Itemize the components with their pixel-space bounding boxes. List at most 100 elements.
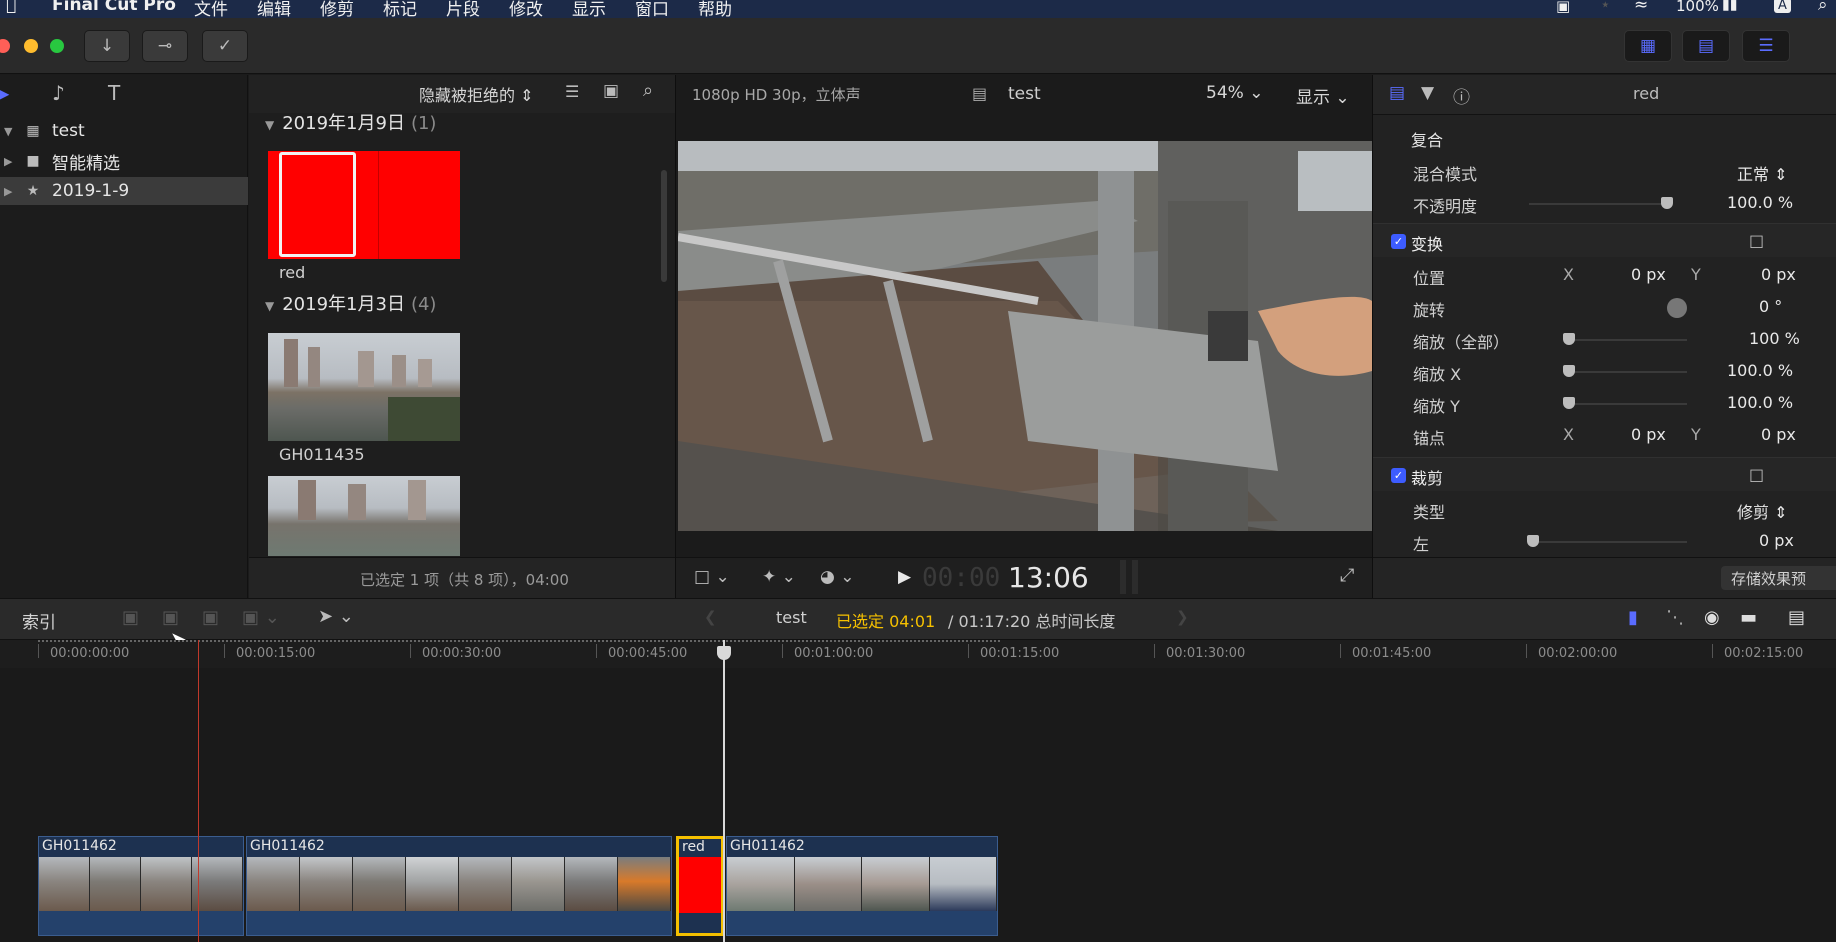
photos-audio-tab-icon[interactable]: ♪: [52, 81, 65, 105]
wifi-icon[interactable]: ≈: [1634, 0, 1648, 15]
playhead-handle[interactable]: [717, 646, 731, 660]
keyword-button[interactable]: ⊸: [142, 30, 188, 62]
history-forward-icon[interactable]: ❯: [1176, 608, 1189, 626]
menu-trim[interactable]: 修剪: [320, 0, 354, 18]
anchor-y-value[interactable]: 0 px: [1761, 425, 1796, 444]
scale-x-value[interactable]: 100.0 %: [1727, 361, 1793, 380]
transform-menu-icon[interactable]: □ ⌄: [694, 567, 730, 587]
browser-scrollbar[interactable]: [661, 170, 667, 282]
transform-onscreen-icon[interactable]: □: [1749, 231, 1764, 250]
timeline-index-button[interactable]: 索引: [22, 608, 56, 633]
scale-y-value[interactable]: 100.0 %: [1727, 393, 1793, 412]
transform-enable-checkbox[interactable]: ✓: [1391, 234, 1406, 249]
libraries-tab-icon[interactable]: ▶: [0, 81, 9, 105]
crop-left-value[interactable]: 0 px: [1759, 531, 1794, 550]
bluetooth-icon[interactable]: ⋆: [1600, 0, 1611, 15]
sidebar-item-smart-collections[interactable]: ▶ ■ 智能精选: [0, 147, 248, 175]
date-group-header[interactable]: ▼ 2019年1月3日 (4): [265, 290, 436, 316]
timeline[interactable]: 00:00:00:00 00:00:15:00 00:00:30:00 00:0…: [0, 640, 1836, 942]
menu-window[interactable]: 窗口: [635, 0, 669, 18]
scale-x-slider-knob[interactable]: [1563, 365, 1575, 377]
play-button[interactable]: ▶: [898, 567, 911, 587]
save-effects-preset-button[interactable]: 存储效果预: [1721, 566, 1836, 590]
disclosure-triangle-icon[interactable]: ▼: [4, 125, 12, 138]
history-back-icon[interactable]: ❮: [704, 608, 717, 626]
retime-menu-icon[interactable]: ◕ ⌄: [820, 567, 854, 587]
disclosure-triangle-icon[interactable]: ▼: [265, 118, 274, 132]
inspector-toggle-button[interactable]: ☰: [1742, 30, 1790, 62]
timeline-clip[interactable]: GH011462: [726, 836, 998, 936]
menu-clip[interactable]: 片段: [446, 0, 480, 18]
snapping-icon[interactable]: ▬: [1740, 607, 1757, 628]
input-method[interactable]: A: [1774, 0, 1791, 13]
search-icon[interactable]: ⌕: [643, 80, 653, 101]
headphones-icon[interactable]: ◉: [1704, 607, 1720, 628]
screen-record-icon[interactable]: ▣: [1556, 0, 1570, 15]
crop-type-popup[interactable]: 修剪 ⇕: [1737, 499, 1788, 523]
background-tasks-button[interactable]: ✓: [202, 30, 248, 62]
transform-section-header[interactable]: ✓ 变换 □: [1373, 223, 1836, 257]
menu-help[interactable]: 帮助: [698, 0, 732, 18]
view-options-menu[interactable]: 显示 ⌄: [1296, 83, 1350, 108]
zoom-window-button[interactable]: [50, 39, 64, 53]
scale-all-slider[interactable]: [1569, 339, 1687, 341]
disclosure-triangle-icon[interactable]: ▶: [4, 185, 12, 198]
titles-generators-tab-icon[interactable]: T: [108, 81, 120, 105]
disclosure-triangle-icon[interactable]: ▶: [4, 155, 12, 168]
rotation-dial-icon[interactable]: [1667, 298, 1687, 318]
audio-skimming-icon[interactable]: ⋱: [1666, 607, 1684, 628]
disclosure-triangle-icon[interactable]: ▼: [265, 299, 274, 313]
timeline-clip[interactable]: GH011462: [246, 836, 672, 936]
fullscreen-icon[interactable]: ⤢: [1340, 565, 1354, 586]
info-inspector-tab-icon[interactable]: ⓘ: [1453, 83, 1470, 108]
timeline-clip[interactable]: GH011462: [38, 836, 244, 936]
overwrite-clip-icon[interactable]: ▣ ⌄: [242, 607, 280, 628]
enhance-menu-icon[interactable]: ✦ ⌄: [762, 567, 796, 587]
timeline-toggle-button[interactable]: ▤: [1682, 30, 1730, 62]
video-skimming-icon[interactable]: ▮: [1628, 607, 1638, 628]
clip-appearance-icon[interactable]: ▣: [603, 81, 619, 101]
select-tool-icon[interactable]: ➤ ⌄: [318, 606, 354, 627]
clip-appearance-icon[interactable]: ▤: [1788, 607, 1805, 628]
clip-thumbnail[interactable]: [268, 476, 460, 556]
connect-clip-icon[interactable]: ▣: [122, 607, 139, 628]
opacity-value[interactable]: 100.0 %: [1727, 193, 1793, 212]
anchor-x-value[interactable]: 0 px: [1631, 425, 1666, 444]
spotlight-icon[interactable]: ⌕: [1818, 0, 1828, 15]
opacity-slider[interactable]: [1529, 203, 1667, 205]
crop-left-slider[interactable]: [1533, 541, 1687, 543]
zoom-menu[interactable]: 54% ⌄: [1206, 83, 1263, 103]
scale-all-value[interactable]: 100 %: [1749, 329, 1800, 348]
menu-file[interactable]: 文件: [194, 0, 228, 18]
composite-section-title[interactable]: 复合: [1411, 127, 1443, 151]
crop-onscreen-icon[interactable]: □: [1749, 465, 1764, 484]
scale-x-slider[interactable]: [1569, 371, 1687, 373]
position-x-value[interactable]: 0 px: [1631, 265, 1666, 284]
color-inspector-tab-icon[interactable]: ▼: [1421, 83, 1434, 103]
playhead[interactable]: [723, 640, 725, 942]
clip-thumbnail-gh011435[interactable]: [268, 333, 460, 441]
list-view-icon[interactable]: ☰: [565, 82, 579, 101]
menu-mark[interactable]: 标记: [383, 0, 417, 18]
scale-all-slider-knob[interactable]: [1563, 333, 1575, 345]
import-button[interactable]: ↓: [84, 30, 130, 62]
crop-left-slider-knob[interactable]: [1527, 535, 1539, 547]
date-group-header[interactable]: ▼ 2019年1月9日 (1): [265, 109, 436, 135]
insert-clip-icon[interactable]: ▣: [162, 607, 179, 628]
timeline-clip-selected[interactable]: red: [676, 836, 724, 936]
blend-mode-popup[interactable]: 正常 ⇕: [1737, 161, 1788, 185]
app-menu[interactable]: Final Cut Pro: [52, 0, 176, 15]
menu-view[interactable]: 显示: [572, 0, 606, 18]
clip-filter-menu[interactable]: 隐藏被拒绝的 ⇕: [419, 82, 534, 106]
video-inspector-tab-icon[interactable]: ▤: [1389, 83, 1405, 103]
browser-toggle-button[interactable]: ▦: [1624, 30, 1672, 62]
rotation-value[interactable]: 0 °: [1759, 297, 1782, 316]
clip-thumbnail-red[interactable]: [268, 151, 460, 259]
scale-y-slider[interactable]: [1569, 403, 1687, 405]
scale-y-slider-knob[interactable]: [1563, 397, 1575, 409]
minimize-window-button[interactable]: [24, 39, 38, 53]
menu-modify[interactable]: 修改: [509, 0, 543, 18]
crop-enable-checkbox[interactable]: ✓: [1391, 468, 1406, 483]
sidebar-item-event[interactable]: ▶ ★ 2019-1-9: [0, 177, 248, 205]
position-y-value[interactable]: 0 px: [1761, 265, 1796, 284]
